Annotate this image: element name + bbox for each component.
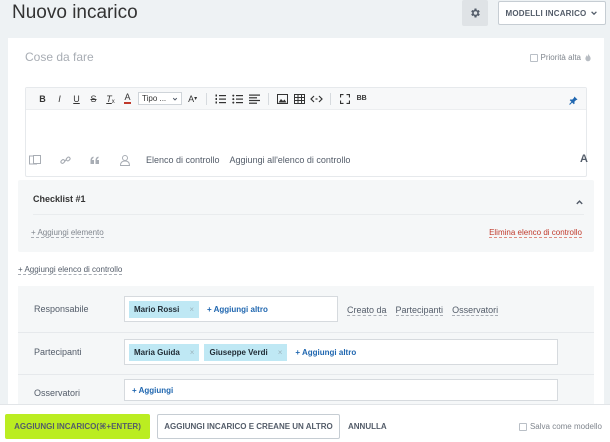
priority-label: Priorità alta: [540, 53, 581, 62]
add-checklist-item-link[interactable]: + Aggiungi elemento: [31, 228, 104, 238]
strikethrough-button[interactable]: S: [87, 92, 100, 106]
numbered-list-icon: [215, 94, 227, 103]
gear-icon: [471, 8, 480, 18]
save-template-label: Salva come modello: [529, 422, 602, 431]
insert-quote-button[interactable]: [86, 156, 104, 165]
attach-file-button[interactable]: [26, 155, 44, 165]
role-links: Creato da Partecipanti Osservatori: [347, 305, 499, 316]
font-size-button[interactable]: A ▾: [186, 92, 199, 106]
cancel-button[interactable]: ANNULLA: [348, 414, 387, 439]
templates-label: MODELLI INCARICO: [505, 8, 587, 18]
pin-toolbar-button[interactable]: [569, 92, 578, 110]
remove-user-icon[interactable]: ×: [189, 305, 194, 314]
remove-user-icon[interactable]: ×: [190, 348, 195, 357]
participants-field[interactable]: Maria Guida × Giuseppe Verdi × + Aggiung…: [124, 339, 558, 365]
delete-checklist-link[interactable]: Elimina elenco di controllo: [489, 228, 582, 238]
responsible-field[interactable]: Mario Rossi × + Aggiungi altro: [124, 296, 338, 322]
task-title-input[interactable]: Cose da fare: [25, 50, 94, 64]
observers-field[interactable]: + Aggiungi: [124, 379, 558, 401]
code-icon: [310, 95, 324, 102]
editor-toolbar: B I U S Tx A Tipo ... A ▾ BB: [26, 88, 586, 110]
add-and-create-another-button[interactable]: AGGIUNGI INCARICO E CREANE UN ALTRO: [157, 414, 340, 439]
insert-link-button[interactable]: [56, 155, 74, 166]
text-format-toggle[interactable]: A: [580, 153, 588, 165]
add-task-button[interactable]: AGGIUNGI INCARICO(⌘+ENTER): [5, 414, 150, 439]
checklist-link[interactable]: Elenco di controllo: [146, 155, 220, 165]
user-chip[interactable]: Maria Guida ×: [129, 343, 200, 361]
user-chip[interactable]: Giuseppe Verdi ×: [204, 343, 288, 361]
add-checklist-link[interactable]: + Aggiungi elenco di controllo: [18, 265, 123, 275]
mention-user-button[interactable]: [116, 154, 134, 166]
participants-label: Partecipanti: [34, 347, 82, 357]
link-icon: [59, 156, 71, 164]
bbcode-button[interactable]: BB: [355, 92, 368, 106]
observers-label: Osservatori: [34, 388, 81, 398]
bullet-list-icon: [232, 94, 244, 104]
font-style-select[interactable]: Tipo ...: [138, 92, 183, 105]
task-form: Cose da fare Priorità alta B I U S Tx A …: [8, 38, 604, 408]
add-to-checklist-link[interactable]: Aggiungi all'elenco di controllo: [230, 155, 351, 165]
image-icon: [277, 93, 289, 104]
checklist-block: Checklist #1 + Aggiungi elemento Elimina…: [18, 180, 594, 252]
file-attach-icon: [29, 155, 41, 165]
add-responsible-link[interactable]: + Aggiungi altro: [207, 305, 268, 314]
form-footer: AGGIUNGI INCARICO(⌘+ENTER) AGGIUNGI INCA…: [0, 404, 610, 442]
add-observer-link[interactable]: + Aggiungi: [132, 386, 173, 395]
save-template-checkbox[interactable]: [518, 422, 527, 431]
page-header: Nuovo incarico MODELLI INCARICO: [0, 0, 610, 34]
clear-format-button[interactable]: Tx: [104, 92, 117, 106]
editor-actions-row: Elenco di controllo Aggiungi all'elenco …: [26, 152, 588, 168]
insert-table-button[interactable]: [293, 92, 306, 106]
bullet-list-button[interactable]: [231, 92, 244, 106]
fire-icon: [585, 53, 591, 62]
people-section: Responsabile Mario Rossi × + Aggiungi al…: [18, 286, 594, 408]
align-icon: [249, 94, 261, 104]
observers-link[interactable]: Osservatori: [452, 305, 499, 316]
high-priority-toggle[interactable]: Priorità alta: [529, 53, 592, 62]
page-title: Nuovo incarico: [12, 2, 138, 23]
insert-image-button[interactable]: [276, 92, 289, 106]
fullscreen-button[interactable]: [338, 92, 351, 106]
checklist-title[interactable]: Checklist #1: [33, 194, 86, 204]
created-by-link[interactable]: Creato da: [347, 305, 387, 316]
participants-link[interactable]: Partecipanti: [395, 305, 444, 316]
bold-button[interactable]: B: [36, 92, 49, 106]
remove-user-icon[interactable]: ×: [278, 348, 283, 357]
underline-button[interactable]: U: [70, 92, 83, 106]
chevron-up-icon: [576, 200, 583, 205]
font-color-button[interactable]: A: [121, 92, 134, 106]
quote-icon: [90, 156, 99, 164]
add-participant-link[interactable]: + Aggiungi altro: [295, 348, 356, 357]
fullscreen-icon: [339, 93, 350, 104]
collapse-checklist-button[interactable]: [575, 194, 584, 212]
task-templates-dropdown[interactable]: MODELLI INCARICO: [498, 1, 606, 25]
numbered-list-button[interactable]: [214, 92, 227, 106]
user-icon: [120, 154, 130, 166]
table-icon: [294, 93, 306, 104]
save-as-template-toggle[interactable]: Salva come modello: [518, 422, 602, 431]
code-button[interactable]: [310, 92, 324, 106]
responsible-label: Responsabile: [34, 304, 89, 314]
chevron-down-icon: [591, 11, 598, 16]
italic-button[interactable]: I: [53, 92, 66, 106]
priority-checkbox[interactable]: [529, 53, 538, 62]
pin-icon: [569, 96, 578, 105]
chevron-down-icon: [173, 97, 178, 101]
user-chip[interactable]: Mario Rossi ×: [129, 300, 200, 318]
align-button[interactable]: [248, 92, 261, 106]
settings-button[interactable]: [462, 0, 488, 26]
